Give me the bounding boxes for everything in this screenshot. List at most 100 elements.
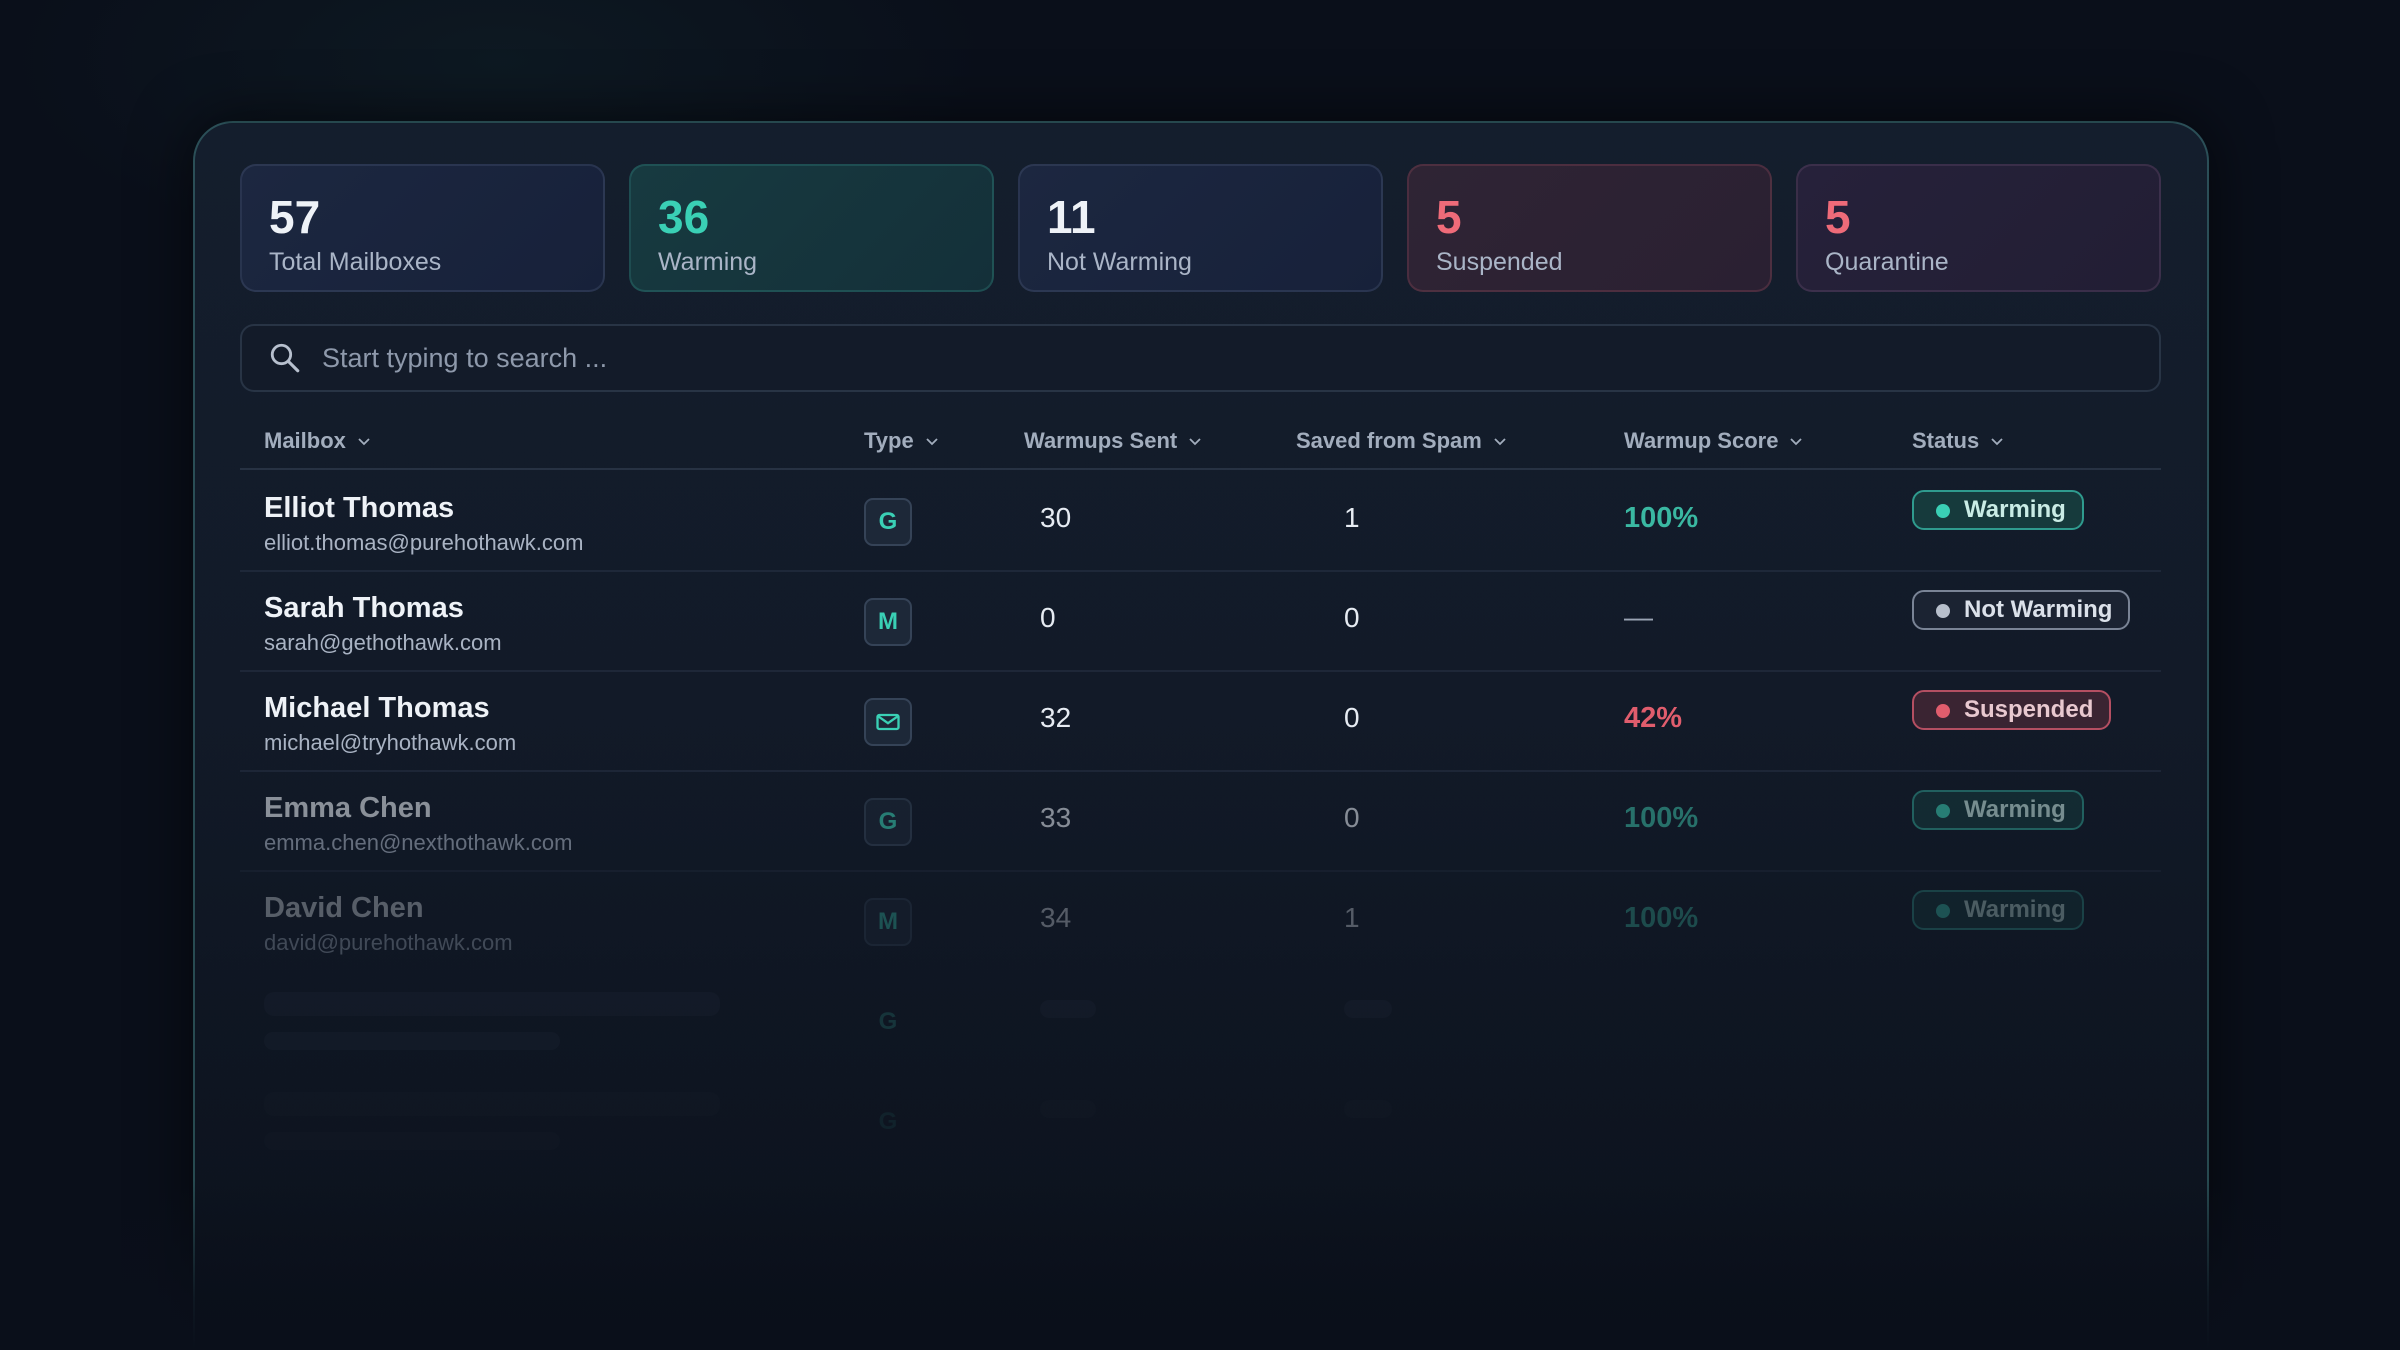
column-label: Saved from Spam [1296, 428, 1482, 453]
envelope-icon [876, 713, 900, 731]
column-header-mailbox[interactable]: Mailbox [264, 428, 372, 454]
mailbox-email: david@purehothawk.com [264, 930, 513, 955]
status-label: Not Warming [1964, 596, 2113, 623]
warmups-sent-value: 34 [1040, 902, 1072, 933]
stat-card-not-warming[interactable]: 11 Not Warming [1018, 164, 1383, 292]
mailbox-email: elliot.thomas@purehothawk.com [264, 530, 584, 555]
mailbox-name: Sarah Thomas [264, 592, 464, 624]
stat-label: Not Warming [1047, 248, 1192, 276]
stat-value: 36 [658, 191, 710, 243]
skeleton-sent-bar [1040, 1100, 1096, 1118]
saved-from-spam-value: 0 [1344, 602, 1360, 633]
warmup-score-value: 100% [1624, 802, 1699, 834]
warmup-score-value: — [1624, 602, 1653, 634]
warmups-sent-value: 33 [1040, 802, 1072, 833]
skeleton-row: G [240, 1070, 2161, 1172]
skeleton-email-bar [264, 1132, 560, 1150]
table-row[interactable]: David Chen david@purehothawk.com M 34 1 … [240, 870, 2161, 972]
status-dot-icon [1936, 804, 1950, 818]
mailbox-name: Michael Thomas [264, 692, 490, 724]
column-label: Warmups Sent [1024, 428, 1178, 453]
skeleton-name-bar [264, 992, 720, 1016]
stat-value: 11 [1047, 191, 1096, 243]
column-header-status[interactable]: Status [1912, 428, 2005, 454]
microsoft-icon: M [864, 898, 912, 946]
saved-from-spam-value: 1 [1344, 502, 1360, 533]
search-icon [270, 343, 300, 373]
status-label: Warming [1964, 496, 2066, 523]
google-icon: G [864, 798, 912, 846]
status-badge: Warming [1912, 790, 2084, 830]
table-row[interactable]: Emma Chen emma.chen@nexthothawk.com G 33… [240, 770, 2161, 872]
warmups-sent-value: 0 [1040, 602, 1056, 633]
google-icon: G [864, 498, 912, 546]
search-input[interactable] [320, 341, 2024, 375]
status-label: Warming [1964, 896, 2066, 923]
status-badge: Warming [1912, 890, 2084, 930]
status-dot-icon [1936, 504, 1950, 518]
mail-icon [864, 698, 912, 746]
column-label: Status [1912, 428, 1980, 453]
chevron-down-icon [1189, 438, 1201, 446]
skeleton-saved-bar [1344, 1000, 1392, 1018]
app-stage: 57 Total Mailboxes 36 Warming 11 Not War… [0, 0, 2400, 1350]
column-header-warmups-sent[interactable]: Warmups Sent [1024, 428, 1203, 454]
status-badge: Suspended [1912, 690, 2112, 730]
saved-from-spam-value: 0 [1344, 802, 1360, 833]
google-icon: G [878, 1008, 898, 1035]
table-row[interactable]: Sarah Thomas sarah@gethothawk.com M 0 0 … [240, 570, 2161, 672]
status-badge: Not Warming [1912, 590, 2131, 630]
skeleton-name-bar [264, 1092, 720, 1116]
chevron-down-icon [358, 438, 370, 446]
chevron-down-icon [1494, 438, 1506, 446]
skeleton-row: G [240, 970, 2161, 1072]
skeleton-email-bar [264, 1032, 560, 1050]
stat-value: 5 [1825, 191, 1851, 243]
stat-value: 5 [1436, 191, 1462, 243]
mailbox-name: Emma Chen [264, 792, 432, 824]
stats-bar: 57 Total Mailboxes 36 Warming 11 Not War… [240, 164, 2161, 292]
stat-card-warming[interactable]: 36 Warming [629, 164, 994, 292]
status-label: Suspended [1964, 696, 2094, 723]
search-bar[interactable] [240, 324, 2161, 392]
column-label: Type [864, 428, 914, 453]
warmups-sent-value: 30 [1040, 502, 1072, 533]
column-label: Mailbox [264, 428, 346, 453]
mailbox-name: Elliot Thomas [264, 492, 455, 524]
warmups-sent-value: 32 [1040, 702, 1072, 733]
mailbox-email: michael@tryhothawk.com [264, 730, 517, 755]
saved-from-spam-value: 0 [1344, 702, 1360, 733]
stat-label: Total Mailboxes [269, 248, 442, 276]
stat-card-suspended[interactable]: 5 Suspended [1407, 164, 1772, 292]
table-row[interactable]: Elliot Thomas elliot.thomas@purehothawk.… [240, 470, 2161, 572]
column-header-saved-from-spam[interactable]: Saved from Spam [1296, 428, 1508, 454]
microsoft-icon: M [864, 598, 912, 646]
status-label: Warming [1964, 796, 2066, 823]
warmup-score-value: 42% [1624, 702, 1683, 734]
stat-card-quarantine[interactable]: 5 Quarantine [1796, 164, 2161, 292]
status-badge: Warming [1912, 490, 2084, 530]
saved-from-spam-value: 1 [1344, 902, 1360, 933]
skeleton-saved-bar [1344, 1100, 1392, 1118]
table-header: Mailbox Type Warmups Sent Saved from Spa… [240, 420, 2161, 470]
mailbox-email: emma.chen@nexthothawk.com [264, 830, 573, 855]
stat-value: 57 [269, 191, 321, 243]
stat-label: Warming [658, 248, 758, 276]
chevron-down-icon [1991, 438, 2003, 446]
table-row[interactable]: Michael Thomas michael@tryhothawk.com 32… [240, 670, 2161, 772]
chevron-down-icon [926, 438, 938, 446]
skeleton-sent-bar [1040, 1000, 1096, 1018]
chevron-down-icon [1790, 438, 1803, 446]
status-dot-icon [1936, 604, 1950, 618]
stat-card-total[interactable]: 57 Total Mailboxes [240, 164, 605, 292]
column-header-type[interactable]: Type [864, 428, 940, 454]
stat-label: Quarantine [1825, 248, 1949, 276]
warmup-score-value: 100% [1624, 902, 1699, 934]
mailbox-name: David Chen [264, 892, 424, 924]
mailbox-email: sarah@gethothawk.com [264, 630, 502, 655]
stat-label: Suspended [1436, 248, 1563, 276]
status-dot-icon [1936, 704, 1950, 718]
column-label: Warmup Score [1624, 428, 1779, 453]
google-icon: G [878, 1108, 898, 1135]
column-header-warmup-score[interactable]: Warmup Score [1624, 428, 1804, 454]
